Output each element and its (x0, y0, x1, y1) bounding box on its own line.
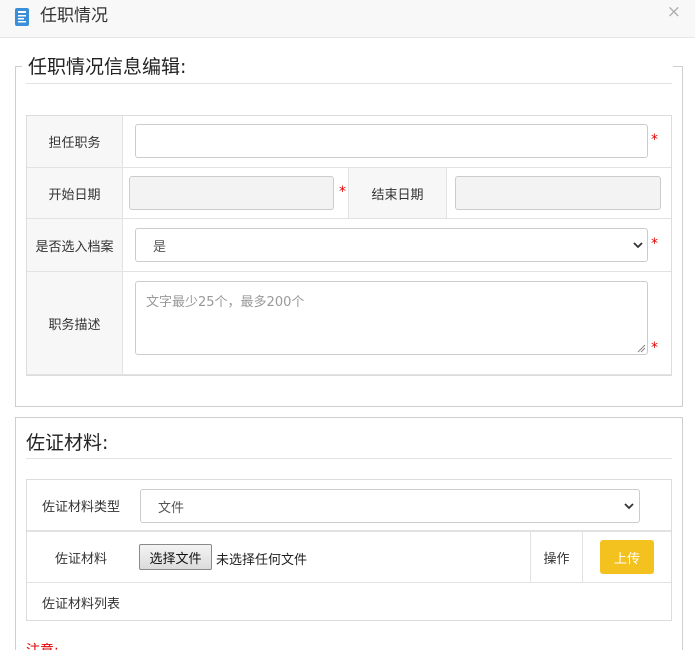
archive-select[interactable]: 是 (135, 228, 648, 262)
start-date-label: 开始日期 (48, 187, 101, 203)
material-list-label: 佐证材料列表 (41, 596, 120, 612)
position-input[interactable] (135, 124, 648, 158)
end-date-label: 结束日期 (371, 187, 424, 203)
file-status: 未选择任何文件 (216, 553, 308, 568)
material-label: 佐证材料 (54, 551, 107, 567)
start-date-input[interactable] (129, 176, 334, 210)
upload-button[interactable]: 上传 (600, 540, 654, 574)
material-list-cell (135, 583, 671, 621)
description-label-cell: 职务描述 (27, 272, 123, 375)
description-placeholder: 文字最少25个，最多200个 (146, 295, 305, 310)
section-heading: 佐证材料: (26, 432, 109, 454)
section-legend: 任职情况信息编辑: (26, 55, 189, 79)
position-label: 担任职务 (48, 136, 101, 151)
archive-label: 是否选入档案 (35, 239, 114, 255)
list-label-cell: 佐证材料列表 (27, 583, 135, 621)
close-icon[interactable]: × (667, 2, 681, 22)
end-date-label-cell: 结束日期 (349, 168, 447, 219)
archive-label-cell: 是否选入档案 (27, 219, 123, 272)
divider (26, 83, 672, 84)
choose-file-button[interactable]: 选择文件 (139, 544, 212, 570)
required-mark: * (339, 184, 346, 200)
action-label: 操作 (543, 551, 570, 567)
required-mark: * (651, 132, 658, 148)
action-label-cell: 操作 (531, 531, 583, 583)
chevron-down-icon (624, 503, 634, 510)
position-label-cell: 担任职务 (27, 116, 123, 168)
dialog-titlebar: 任职情况 × (0, 0, 695, 38)
notice-text: 注意: (26, 640, 59, 650)
material-type-select[interactable]: 文件 (140, 489, 640, 523)
end-date-input[interactable] (455, 176, 661, 210)
description-label: 职务描述 (48, 317, 101, 333)
material-type-value: 文件 (158, 500, 185, 516)
archive-select-value: 是 (153, 239, 167, 255)
start-date-label-cell: 开始日期 (27, 168, 123, 219)
divider (26, 458, 672, 459)
material-type-label-cell: 佐证材料类型 (27, 480, 135, 531)
material-type-label: 佐证材料类型 (41, 499, 120, 515)
document-icon (15, 8, 29, 26)
dialog-title: 任职情况 (40, 6, 108, 26)
required-mark: * (651, 340, 658, 356)
resize-handle-icon[interactable] (637, 344, 646, 353)
chevron-down-icon (633, 242, 643, 249)
description-textarea[interactable]: 文字最少25个，最多200个 (135, 281, 648, 355)
required-mark: * (651, 236, 658, 252)
material-label-cell: 佐证材料 (27, 531, 135, 583)
